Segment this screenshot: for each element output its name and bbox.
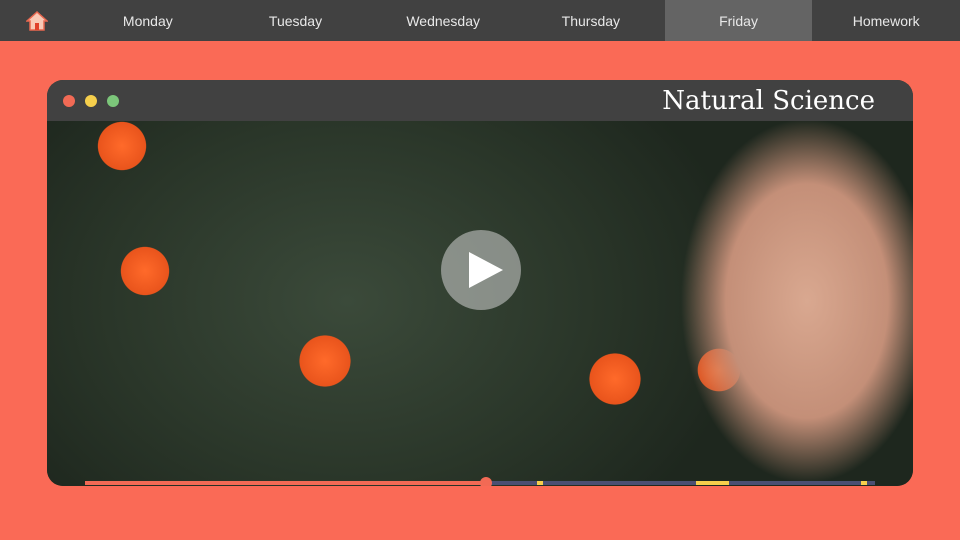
chapter-marker — [695, 481, 729, 485]
progress-bar[interactable] — [85, 477, 875, 486]
tab-tuesday[interactable]: Tuesday — [222, 0, 370, 41]
progress-handle[interactable] — [479, 477, 492, 486]
home-button[interactable] — [0, 0, 74, 41]
chapter-marker — [536, 481, 544, 485]
minimize-dot[interactable] — [85, 95, 97, 107]
close-dot[interactable] — [63, 95, 75, 107]
home-icon — [26, 10, 48, 31]
maximize-dot[interactable] — [107, 95, 119, 107]
tab-homework[interactable]: Homework — [812, 0, 960, 41]
chapter-marker — [860, 481, 868, 485]
tab-wednesday[interactable]: Wednesday — [369, 0, 517, 41]
top-nav: Monday Tuesday Wednesday Thursday Friday… — [0, 0, 960, 41]
progress-played — [85, 481, 486, 485]
tab-friday[interactable]: Friday — [664, 0, 813, 41]
big-play-button[interactable] — [441, 230, 521, 310]
video-window: Natural Science 0:50 / 2:5 — [47, 80, 913, 486]
play-icon — [469, 252, 503, 288]
video-frame[interactable]: 0:50 / 2:50 — [47, 121, 913, 486]
tab-thursday[interactable]: Thursday — [517, 0, 665, 41]
window-titlebar: Natural Science — [47, 80, 913, 121]
window-title: Natural Science — [662, 86, 875, 116]
tab-monday[interactable]: Monday — [74, 0, 222, 41]
